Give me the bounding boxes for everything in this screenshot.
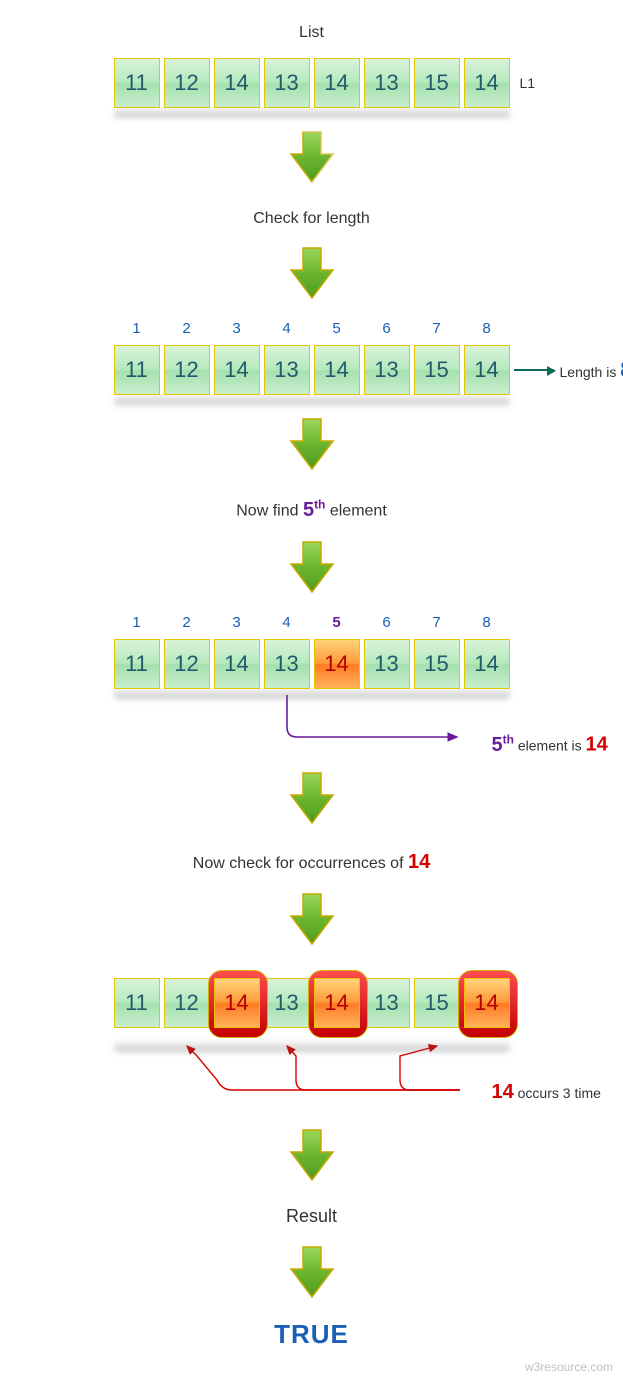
list-cell: 15 [414, 978, 460, 1028]
occurrence-highlight: 14 [214, 978, 260, 1028]
list-cell: 12 [164, 345, 210, 395]
connector-nth [62, 693, 562, 753]
list-cell: 12 [164, 978, 210, 1028]
result-label: Result [286, 1206, 337, 1227]
step-check-occurrences: Now check for occurrences of 14 [193, 851, 430, 874]
arrow-down-icon [285, 128, 339, 188]
index-label: 7 [414, 614, 460, 631]
list-cell: 12 [164, 639, 210, 689]
index-label: 6 [364, 320, 410, 337]
list-initial: 1112141314131514 L1 [114, 58, 510, 108]
list-cell: 11 [114, 639, 160, 689]
list-occurrences: 1112141314131514 [114, 970, 510, 1036]
diagram-title: List [299, 24, 324, 42]
list-with-length: 1112141314131514 Length is 8 [114, 345, 510, 395]
list-cell-highlighted: 14 [314, 639, 360, 689]
list-cell: 14 [464, 345, 510, 395]
index-label: 7 [414, 320, 460, 337]
list-cell: 13 [364, 345, 410, 395]
arrow-down-icon [285, 538, 339, 598]
index-label: 3 [214, 320, 260, 337]
list-cell: 13 [264, 345, 310, 395]
length-label: Length is 8 [560, 357, 623, 383]
list-cell: 14 [214, 345, 260, 395]
list-cell: 13 [364, 639, 410, 689]
list-cell: 13 [264, 978, 310, 1028]
occurrence-callout: 14 occurs 3 time [492, 1081, 601, 1104]
occurrence-highlight: 14 [314, 978, 360, 1028]
index-label: 3 [214, 614, 260, 631]
step-check-length: Check for length [253, 210, 370, 228]
list-cell-highlighted: 14 [464, 978, 510, 1028]
list-cell: 11 [114, 345, 160, 395]
arrow-down-icon [285, 769, 339, 829]
list-cell: 14 [214, 58, 260, 108]
index-label: 5 [314, 320, 360, 337]
list-cell: 15 [414, 345, 460, 395]
index-label: 1 [114, 614, 160, 631]
index-label: 1 [114, 320, 160, 337]
list-cell: 13 [364, 58, 410, 108]
list-cell: 15 [414, 58, 460, 108]
list-cell: 11 [114, 58, 160, 108]
watermark: w3resource.com [525, 1360, 613, 1374]
arrow-down-icon [285, 415, 339, 475]
list-cell: 13 [264, 639, 310, 689]
step-find-nth: Now find 5th element [236, 497, 387, 522]
arrow-down-icon [285, 890, 339, 950]
index-row: 12345678 [114, 320, 510, 337]
index-row: 12345678 [114, 614, 510, 631]
index-label: 4 [264, 614, 310, 631]
list-label: L1 [520, 75, 536, 91]
arrow-down-icon [285, 244, 339, 304]
occurrence-highlight: 14 [464, 978, 510, 1028]
list-cell: 12 [164, 58, 210, 108]
list-cell-highlighted: 14 [314, 978, 360, 1028]
list-cell: 15 [414, 639, 460, 689]
list-cell: 14 [464, 58, 510, 108]
list-cell: 13 [264, 58, 310, 108]
list-cell: 14 [314, 58, 360, 108]
list-cell: 14 [464, 639, 510, 689]
list-nth-highlight: 1112141314131514 [114, 639, 510, 689]
index-label: 8 [464, 614, 510, 631]
index-label: 6 [364, 614, 410, 631]
length-callout: Length is 8 [514, 357, 623, 383]
list-cell: 11 [114, 978, 160, 1028]
list-cell: 14 [314, 345, 360, 395]
index-label: 8 [464, 320, 510, 337]
arrow-down-icon [285, 1126, 339, 1186]
index-label: 4 [264, 320, 310, 337]
result-value: TRUE [274, 1319, 349, 1350]
list-cell: 13 [364, 978, 410, 1028]
list-cell: 14 [214, 639, 260, 689]
index-label: 5 [314, 614, 360, 631]
index-label: 2 [164, 320, 210, 337]
index-label: 2 [164, 614, 210, 631]
list-cell-highlighted: 14 [214, 978, 260, 1028]
